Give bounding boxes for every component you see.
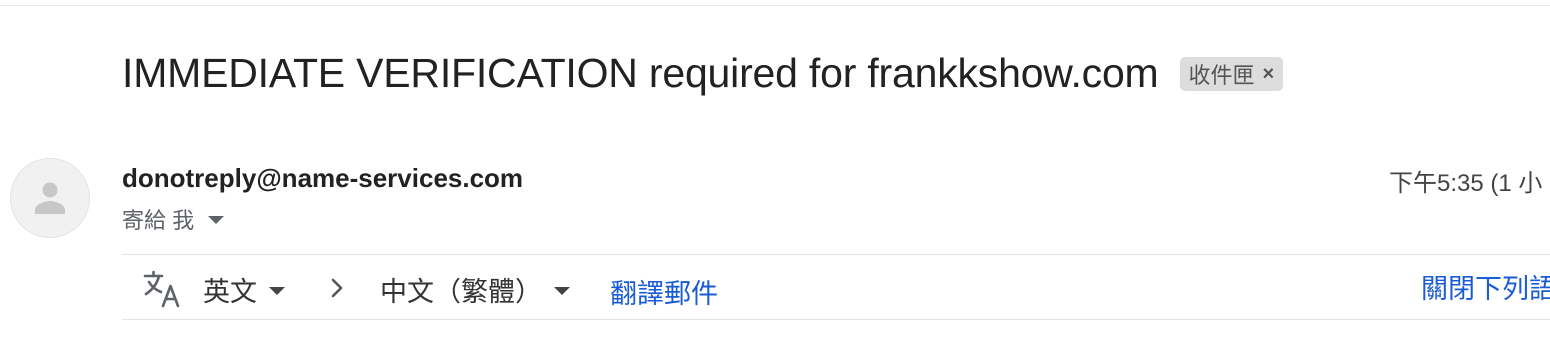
source-language-label: 英文: [203, 277, 257, 307]
default-person-icon: [35, 182, 65, 214]
translate-icon: [143, 270, 180, 308]
turn-off-translation-link[interactable]: 關閉下列語: [1421, 267, 1550, 306]
translate-bar: 英文 中文（繁體） 翻譯郵件 關閉下列語: [122, 254, 1550, 320]
email-timestamp: 下午5:35 (1 小: [1389, 170, 1543, 197]
recipient-text: 寄給 我: [122, 208, 195, 233]
inbox-label-chip[interactable]: 收件匣 ×: [1179, 57, 1284, 91]
target-language-select[interactable]: 中文（繁體）: [380, 270, 570, 309]
source-language-chevron-down-icon: [269, 286, 285, 295]
inbox-label-text: 收件匣: [1188, 63, 1255, 88]
recipient-row[interactable]: 寄給 我: [122, 203, 225, 235]
sender-email[interactable]: donotreply@name-services.com: [122, 163, 523, 194]
source-language-select[interactable]: 英文: [203, 270, 285, 309]
recipient-details-dropdown-icon[interactable]: [208, 216, 225, 224]
email-subject: IMMEDIATE VERIFICATION required for fran…: [122, 50, 1159, 96]
sender-avatar[interactable]: [10, 158, 90, 238]
remove-label-icon[interactable]: ×: [1263, 63, 1275, 86]
top-divider: [0, 5, 1550, 6]
chevron-right-icon: [331, 278, 343, 298]
target-language-label: 中文（繁體）: [380, 277, 542, 307]
target-language-chevron-down-icon: [554, 286, 570, 295]
email-view: IMMEDIATE VERIFICATION required for fran…: [0, 0, 1550, 340]
subject-row: IMMEDIATE VERIFICATION required for fran…: [122, 46, 1284, 100]
translate-message-link[interactable]: 翻譯郵件: [610, 272, 718, 311]
